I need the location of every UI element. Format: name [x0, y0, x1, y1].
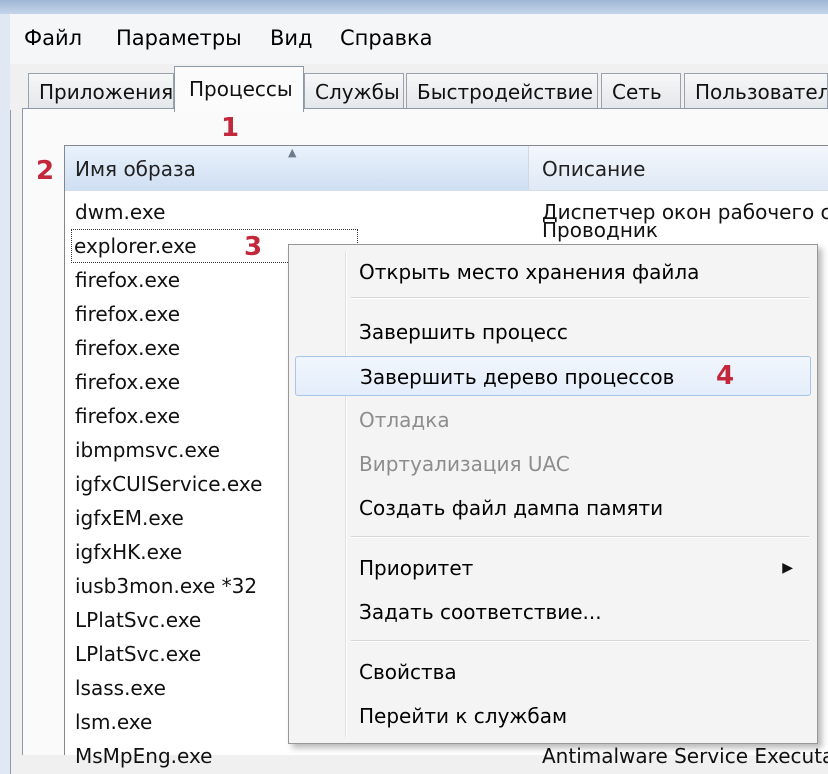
menu-set-priority-label: Приоритет	[359, 556, 474, 580]
menu-uac-virtualization[interactable]: Виртуализация UAC	[295, 444, 811, 484]
menu-end-process-tree-label: Завершить дерево процессов	[360, 365, 675, 389]
process-name: dwm.exe	[75, 200, 166, 224]
menu-separator	[351, 640, 809, 642]
menu-options[interactable]: Параметры	[116, 24, 242, 52]
menu-view[interactable]: Вид	[270, 24, 313, 52]
context-menu: Открыть место хранения файла Завершить п…	[288, 244, 818, 744]
menu-set-affinity[interactable]: Задать соответствие...	[295, 592, 811, 632]
tab-applications[interactable]: Приложения	[28, 73, 174, 110]
menu-separator	[351, 536, 809, 538]
menu-go-to-services[interactable]: Перейти к службам	[295, 696, 811, 736]
process-name: LPlatSvc.exe	[75, 608, 202, 632]
process-row[interactable]: MsMpEng.exe Antimalware Service Executab	[65, 739, 828, 773]
annotation-badge: 1	[221, 113, 240, 143]
tab-users[interactable]: Пользовател	[684, 73, 828, 110]
annotation-badge: 4	[716, 361, 735, 391]
menu-open-file-location[interactable]: Открыть место хранения файла	[295, 252, 811, 292]
process-row[interactable]: dwm.exe Диспетчер окон рабочего ст	[65, 195, 828, 229]
menu-create-dump-file[interactable]: Создать файл дампа памяти	[295, 488, 811, 528]
process-name: firefox.exe	[75, 302, 181, 326]
menu-debug[interactable]: Отладка	[295, 400, 811, 440]
menu-properties[interactable]: Свойства	[295, 652, 811, 692]
process-name: ibmpmsvc.exe	[75, 438, 220, 462]
sort-ascending-icon: ▲	[288, 146, 297, 159]
process-name: firefox.exe	[75, 336, 181, 360]
process-name: lsass.exe	[75, 676, 166, 700]
process-name: firefox.exe	[75, 370, 181, 394]
process-name: firefox.exe	[75, 268, 181, 292]
process-name: LPlatSvc.exe	[75, 642, 202, 666]
process-name: igfxEM.exe	[75, 506, 184, 530]
process-name: lsm.exe	[75, 710, 153, 734]
menu-file[interactable]: Файл	[24, 24, 82, 52]
annotation-badge: 3	[244, 232, 263, 262]
process-name: igfxHK.exe	[75, 540, 183, 564]
tab-network[interactable]: Сеть	[601, 73, 681, 110]
process-name: firefox.exe	[75, 404, 181, 428]
menu-help[interactable]: Справка	[340, 24, 433, 52]
menu-end-process[interactable]: Завершить процесс	[295, 312, 811, 352]
process-description: Antimalware Service Executab	[542, 744, 828, 768]
process-name: igfxCUIService.exe	[75, 472, 263, 496]
process-name: iusb3mon.exe *32	[75, 574, 258, 598]
column-header-image-name[interactable]: Имя образа	[65, 146, 529, 190]
tab-processes[interactable]: Процессы	[174, 66, 304, 112]
annotation-badge: 2	[36, 156, 55, 186]
tab-performance[interactable]: Быстродействие	[406, 73, 598, 110]
menu-set-priority[interactable]: Приоритет ▶	[295, 548, 811, 588]
tab-services[interactable]: Службы	[304, 73, 404, 110]
submenu-arrow-icon: ▶	[782, 560, 793, 576]
menu-separator	[351, 297, 809, 299]
column-header-description[interactable]: Описание	[530, 146, 828, 190]
process-description: Проводник	[542, 218, 658, 242]
process-name: MsMpEng.exe	[75, 744, 213, 768]
window-titlebar	[0, 0, 828, 14]
menu-end-process-tree[interactable]: Завершить дерево процессов 4	[295, 356, 811, 396]
